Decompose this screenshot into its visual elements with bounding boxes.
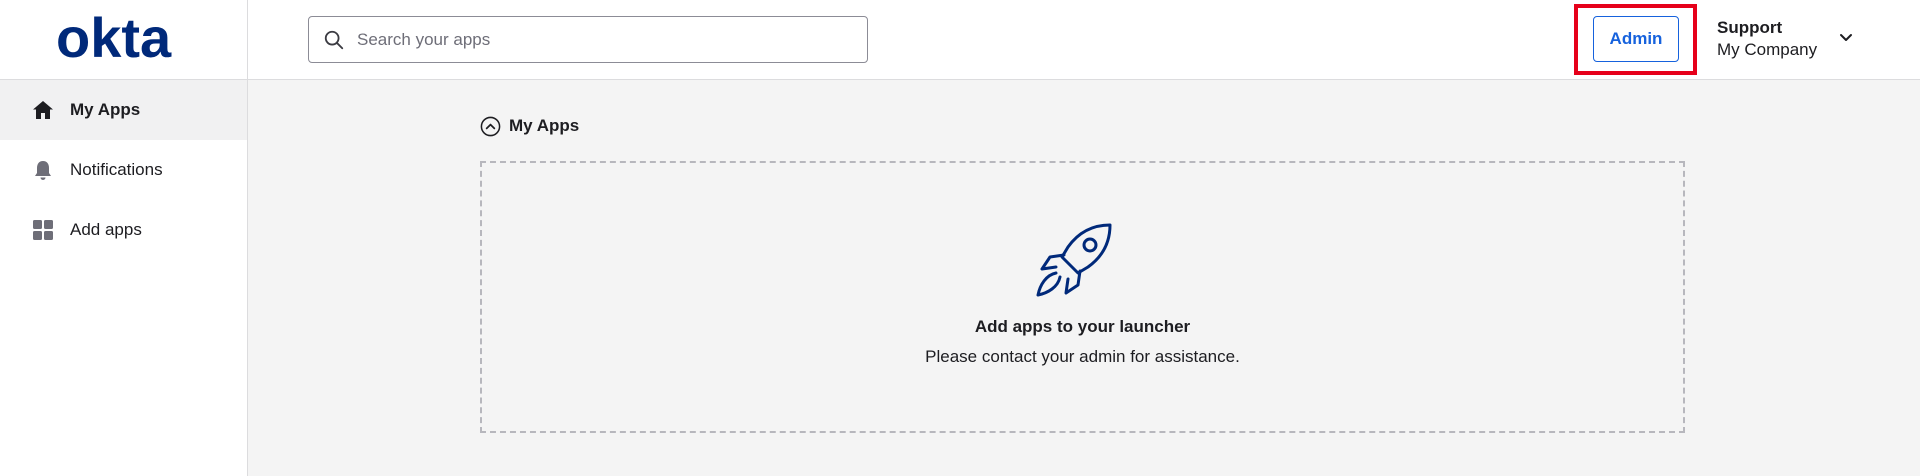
sidebar-item-label: My Apps (70, 100, 141, 119)
admin-button[interactable]: Admin (1593, 16, 1679, 62)
bell-icon (35, 161, 51, 180)
search-input[interactable] (357, 29, 853, 50)
sidebar-item-label: Add apps (70, 220, 142, 239)
empty-state: Add apps to your launcher Please contact… (480, 161, 1685, 433)
main-content: My Apps Add apps to your launcher Please… (248, 80, 1920, 476)
sidebar-item-notifications[interactable]: Notifications (0, 140, 247, 200)
user-name: Support (1717, 18, 1783, 37)
okta-dashboard: okta Admin Support My Company My Apps (0, 0, 1920, 476)
sidebar-item-my-apps[interactable]: My Apps (0, 80, 247, 140)
home-icon (33, 101, 53, 119)
rocket-icon (1036, 223, 1112, 297)
grid-icon (33, 220, 53, 240)
sidebar-item-add-apps[interactable]: Add apps (0, 200, 247, 260)
empty-state-title: Add apps to your launcher (974, 317, 1191, 336)
svg-text:okta: okta (56, 15, 172, 65)
search-box[interactable] (308, 16, 868, 63)
user-org: My Company (1717, 40, 1818, 59)
top-header: okta Admin Support My Company (0, 0, 1920, 80)
okta-logo-mark: okta (56, 15, 172, 65)
user-menu[interactable]: Support My Company (1717, 16, 1867, 64)
chevron-up-circle-icon (480, 116, 501, 136)
chevron-down-icon[interactable] (1837, 29, 1855, 47)
empty-state-subtitle: Please contact your admin for assistance… (925, 347, 1240, 366)
sidebar-item-label: Notifications (70, 160, 163, 179)
search-icon (324, 30, 344, 49)
section-title: My Apps (509, 116, 580, 135)
sidebar: My Apps Notifications Add apps (0, 80, 248, 476)
my-apps-section-toggle[interactable]: My Apps (480, 114, 579, 138)
okta-logo[interactable]: okta (0, 0, 248, 80)
